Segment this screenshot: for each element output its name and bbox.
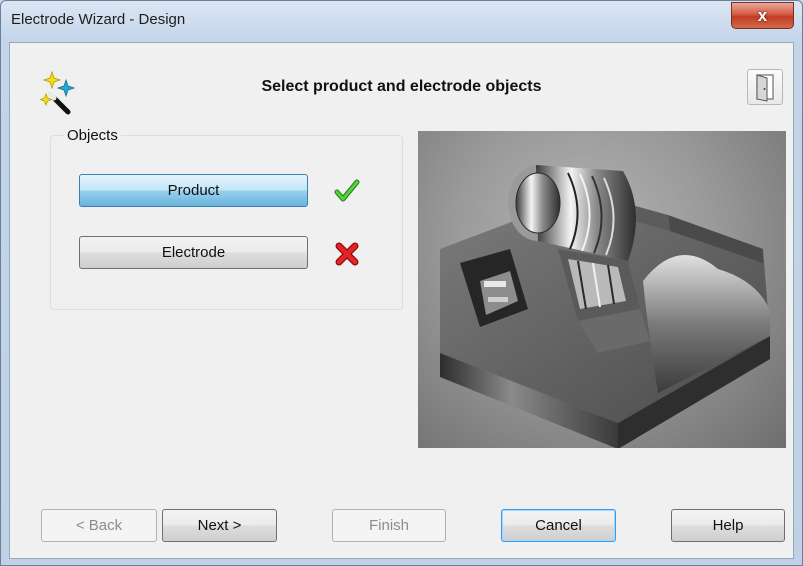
electrode-wizard-window: Electrode Wizard - Design x Select produ… <box>0 0 803 566</box>
close-icon: x <box>757 5 768 25</box>
product-preview-image <box>418 131 786 448</box>
checkmark-icon <box>334 179 360 202</box>
objects-group-label: Objects <box>64 127 121 144</box>
electrode-button[interactable]: Electrode <box>79 236 308 269</box>
next-button[interactable]: Next > <box>162 509 277 542</box>
back-button[interactable]: < Back <box>41 509 157 542</box>
window-title: Electrode Wizard - Design <box>11 11 186 28</box>
product-button[interactable]: Product <box>79 174 308 207</box>
title-bar: Electrode Wizard - Design x <box>1 1 802 41</box>
objects-group <box>50 135 403 310</box>
cancel-button[interactable]: Cancel <box>501 509 616 542</box>
close-button[interactable]: x <box>731 2 794 29</box>
red-x-icon <box>335 242 359 266</box>
exit-door-icon[interactable] <box>747 69 783 105</box>
page-title: Select product and electrode objects <box>261 78 542 95</box>
wizard-content: Select product and electrode objects Obj… <box>9 42 794 559</box>
finish-button[interactable]: Finish <box>332 509 446 542</box>
help-button[interactable]: Help <box>671 509 785 542</box>
